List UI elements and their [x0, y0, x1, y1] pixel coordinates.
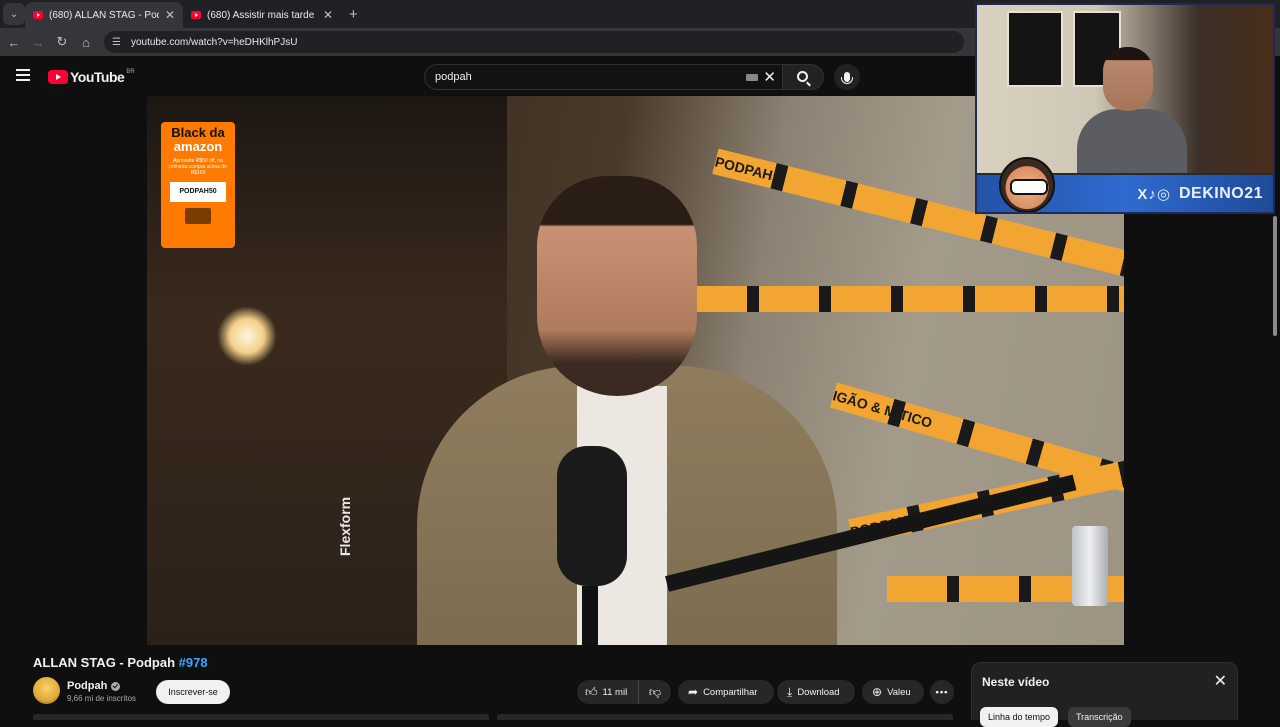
thanks-label: Valeu: [887, 686, 911, 698]
comments-box-edge: [497, 714, 953, 720]
sponsor-line2: amazon: [173, 139, 223, 154]
scrollbar-thumb[interactable]: [1273, 216, 1277, 336]
browser-tab[interactable]: (680) Assistir mais tarde - YouTube ✕: [183, 2, 341, 28]
youtube-logo[interactable]: YouTube BR: [48, 69, 135, 85]
thumbs-up-icon: 👍︎: [585, 684, 598, 699]
video-title-main: ALLAN STAG - Podpah: [33, 655, 179, 670]
share-label: Compartilhar: [703, 686, 758, 698]
share-icon: ➦: [688, 685, 699, 699]
like-button[interactable]: 👍︎ 11 mil: [577, 680, 639, 704]
video-guest: [377, 136, 897, 645]
close-icon[interactable]: ✕: [1214, 671, 1227, 691]
sponsor-line1: Black da: [171, 125, 225, 140]
microphone-icon: [841, 72, 853, 84]
chair-brand-text: Flexform: [337, 496, 353, 556]
hashtag-link[interactable]: #978: [179, 655, 208, 670]
hamburger-menu-icon[interactable]: [16, 69, 30, 81]
webcam-overlay: X♪◎ DEKINO21: [975, 3, 1275, 214]
panel-title: Neste vídeo: [982, 675, 1050, 689]
streamer: [1077, 47, 1187, 173]
url-text: youtube.com/watch?v=heDHKlhPJsU: [130, 36, 298, 48]
search-icon: [796, 70, 808, 82]
in-this-video-panel: Neste vídeo ✕ Linha do tempo Transcrição: [971, 662, 1238, 727]
region-code: BR: [126, 69, 135, 75]
channel-avatar[interactable]: [33, 677, 60, 704]
chip-timeline[interactable]: Linha do tempo: [980, 707, 1059, 727]
search-input[interactable]: podpah ✕: [424, 64, 782, 90]
wall-poster: [1007, 11, 1063, 87]
social-icons: X♪◎: [1137, 185, 1171, 203]
download-icon: ⤓: [787, 684, 793, 699]
tab-close-icon[interactable]: ✕: [165, 8, 175, 22]
chip-transcript[interactable]: Transcrição: [1068, 707, 1131, 727]
keyboard-icon[interactable]: [746, 74, 758, 81]
super-thanks-icon: ⊕: [872, 685, 883, 699]
like-dislike-group: 👍︎ 11 mil 👎︎: [577, 680, 671, 704]
microphone: [557, 446, 627, 586]
back-arrow-icon[interactable]: ←: [2, 35, 26, 50]
search-button[interactable]: [782, 64, 824, 90]
tab-title: (680) ALLAN STAG - Podpah #9: [49, 9, 159, 21]
amazon-box-icon: [185, 208, 211, 224]
subscribe-button[interactable]: Inscrever-se: [156, 680, 230, 704]
drink-can: [1072, 526, 1108, 606]
new-tab-button[interactable]: +: [349, 6, 358, 23]
clear-search-icon[interactable]: ✕: [763, 68, 776, 86]
logo-text: YouTube: [70, 69, 125, 85]
streamer-handle: DEKINO21: [1178, 184, 1263, 202]
sponsor-code: PODPAH50: [170, 182, 226, 202]
search-query: podpah: [435, 71, 472, 83]
sponsor-badge: Black da amazon Aproveite R$50 off, na p…: [161, 122, 235, 248]
verified-icon: [111, 681, 121, 691]
youtube-favicon-icon: [191, 11, 201, 19]
sponsor-fine-print: Aproveite R$50 off, na primeira compra a…: [169, 158, 227, 176]
more-icon: •••: [935, 686, 949, 698]
download-label: Download: [797, 686, 840, 698]
thumbs-down-icon: 👎︎: [648, 684, 662, 699]
forward-arrow-icon[interactable]: →: [26, 35, 50, 50]
address-bar[interactable]: ☰ youtube.com/watch?v=heDHKlhPJsU: [104, 31, 964, 53]
tab-search-button[interactable]: ⌄: [3, 3, 25, 25]
channel-name: Podpah: [67, 680, 108, 692]
cartoon-avatar-icon: [999, 157, 1055, 212]
description-box-edge: [33, 714, 489, 720]
like-count: 11 mil: [602, 686, 628, 698]
channel-name-link[interactable]: Podpah: [67, 680, 121, 692]
youtube-play-icon: [48, 70, 68, 84]
download-button[interactable]: ⤓ Download: [777, 680, 855, 704]
site-info-icon[interactable]: ☰: [112, 37, 121, 48]
share-button[interactable]: ➦ Compartilhar: [678, 680, 774, 704]
tab-close-icon[interactable]: ✕: [323, 8, 333, 22]
browser-tab-active[interactable]: (680) ALLAN STAG - Podpah #9 ✕: [25, 2, 183, 28]
thanks-button[interactable]: ⊕ Valeu: [862, 680, 924, 704]
home-icon[interactable]: ⌂: [74, 35, 98, 50]
subscriber-count: 9,66 mi de inscritos: [67, 694, 136, 703]
video-lamp: [217, 306, 277, 366]
video-title: ALLAN STAG - Podpah #978: [33, 655, 208, 670]
tab-title: (680) Assistir mais tarde - YouTube: [207, 9, 317, 21]
dislike-button[interactable]: 👎︎: [639, 685, 671, 700]
reload-icon[interactable]: ↻: [50, 34, 74, 50]
page-scrollbar[interactable]: [1272, 96, 1280, 720]
voice-search-button[interactable]: [834, 64, 860, 90]
youtube-favicon-icon: [33, 11, 43, 19]
more-actions-button[interactable]: •••: [930, 680, 954, 704]
